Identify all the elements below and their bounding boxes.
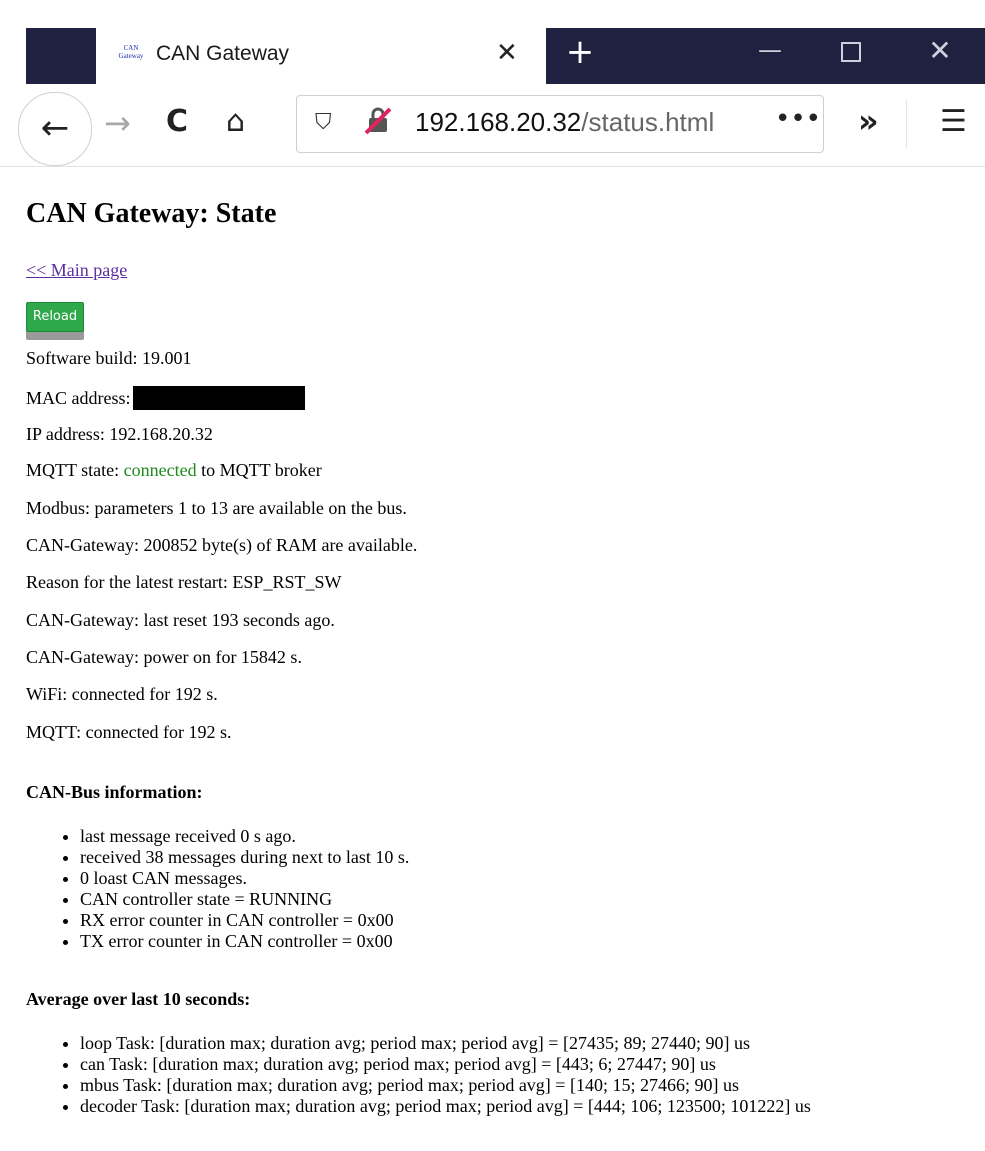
- ram-info: CAN-Gateway: 200852 byte(s) of RAM are a…: [26, 535, 418, 555]
- maximize-button[interactable]: [826, 30, 876, 74]
- mac-redacted-block: [132, 386, 305, 410]
- list-item: loop Task: [duration max; duration avg; …: [80, 1033, 811, 1054]
- canbus-list: last message received 0 s ago. received …: [26, 826, 409, 952]
- mqtt-state: MQTT state: connected to MQTT broker: [26, 460, 322, 481]
- power-on: CAN-Gateway: power on for 15842 s.: [26, 647, 302, 667]
- main-page-link[interactable]: << Main page: [26, 260, 127, 281]
- home-button[interactable]: ⌂: [226, 104, 245, 139]
- reload-button[interactable]: Reload: [26, 302, 84, 332]
- restart-reason: Reason for the latest restart: ESP_RST_S…: [26, 572, 342, 592]
- tab-title: CAN Gateway: [156, 42, 290, 65]
- insecure-lock-icon[interactable]: [363, 106, 393, 136]
- list-item: received 38 messages during next to last…: [80, 847, 409, 868]
- maximize-icon: [841, 42, 861, 62]
- tab-close-icon[interactable]: ✕: [496, 38, 518, 68]
- url-host: 192.168.20.32: [415, 107, 582, 137]
- list-item: can Task: [duration max; duration avg; p…: [80, 1054, 811, 1075]
- wifi-info: WiFi: connected for 192 s.: [26, 684, 218, 704]
- toolbar-divider: [906, 100, 907, 148]
- reload-page-button[interactable]: C: [166, 104, 188, 139]
- ip-address: IP address: 192.168.20.32: [26, 424, 213, 444]
- shield-icon[interactable]: ⛉: [315, 110, 332, 135]
- mqtt-state-value: connected: [123, 460, 197, 480]
- overflow-menu-button[interactable]: »: [858, 102, 879, 140]
- mqtt-state-prefix: MQTT state:: [26, 460, 124, 480]
- forward-button[interactable]: →: [104, 104, 131, 142]
- mac-address: MAC address:: [26, 386, 305, 410]
- back-button[interactable]: ←: [18, 92, 92, 166]
- list-item: CAN controller state = RUNNING: [80, 889, 409, 910]
- list-item: RX error counter in CAN controller = 0x0…: [80, 910, 409, 931]
- page-actions-icon[interactable]: •••: [775, 104, 821, 134]
- canbus-heading: CAN-Bus information:: [26, 782, 203, 802]
- new-tab-button[interactable]: +: [556, 30, 604, 78]
- list-item: decoder Task: [duration max; duration av…: [80, 1096, 811, 1117]
- list-item: mbus Task: [duration max; duration avg; …: [80, 1075, 811, 1096]
- hamburger-menu-icon[interactable]: ☰: [940, 104, 967, 139]
- tab-can-gateway[interactable]: CAN Gateway CAN Gateway ✕: [96, 28, 546, 84]
- window-close-button[interactable]: ✕: [915, 30, 965, 74]
- software-build: Software build: 19.001: [26, 348, 192, 368]
- page-title: CAN Gateway: State: [26, 198, 277, 229]
- favicon-icon: CAN Gateway: [116, 44, 146, 68]
- minimize-button[interactable]: —: [745, 30, 795, 74]
- average-list: loop Task: [duration max; duration avg; …: [26, 1033, 811, 1117]
- favicon-text: CAN Gateway: [118, 44, 144, 60]
- mqtt-connected: MQTT: connected for 192 s.: [26, 722, 232, 742]
- url-path: /status.html: [581, 107, 715, 137]
- url-text[interactable]: 192.168.20.32/status.html: [415, 107, 714, 138]
- last-reset: CAN-Gateway: last reset 193 seconds ago.: [26, 610, 335, 630]
- list-item: TX error counter in CAN controller = 0x0…: [80, 931, 409, 952]
- modbus-info: Modbus: parameters 1 to 13 are available…: [26, 498, 407, 518]
- list-item: last message received 0 s ago.: [80, 826, 409, 847]
- mqtt-state-suffix: to MQTT broker: [196, 460, 322, 480]
- browser-window: CAN Gateway CAN Gateway ✕ + — ✕ ← → C ⌂ …: [0, 0, 985, 1151]
- mac-label: MAC address:: [26, 388, 131, 408]
- address-bar[interactable]: ⛉ 192.168.20.32/status.html •••: [296, 95, 824, 153]
- list-item: 0 loast CAN messages.: [80, 868, 409, 889]
- average-heading: Average over last 10 seconds:: [26, 989, 251, 1009]
